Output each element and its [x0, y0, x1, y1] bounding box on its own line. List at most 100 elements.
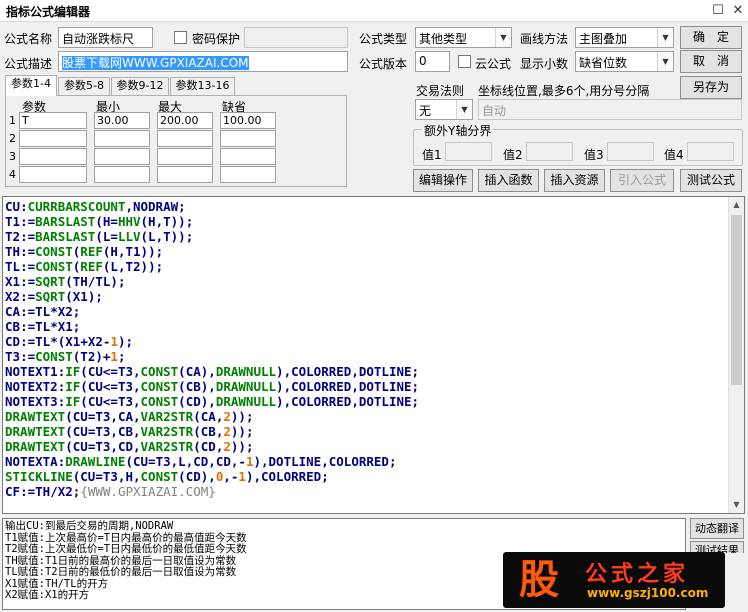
scroll-up-icon[interactable]: ▲ [729, 197, 744, 213]
code-line[interactable]: DRAWTEXT(CU=T3,CD,VAR2STR(CD,2)); [5, 439, 419, 454]
param-default-cell[interactable]: 100.00 [220, 112, 276, 129]
code-line[interactable]: TH:=CONST(REF(H,T1)); [5, 244, 419, 259]
tab-params-5-8[interactable]: 参数5-8 [58, 77, 110, 95]
param-min-cell[interactable] [94, 166, 150, 183]
param-default-cell[interactable] [220, 130, 276, 147]
code-line[interactable]: NOTEXTA:DRAWLINE(CU=T3,L,CD,CD,-1),DOTLI… [5, 454, 419, 469]
code-line[interactable]: STICKLINE(CU=T3,H,CONST(CD),0,-1),COLORR… [5, 469, 419, 484]
test-formula-button[interactable]: 测试公式 [680, 169, 742, 192]
axis-value-4-label: 值4 [664, 148, 684, 162]
draw-select-value: 主图叠加 [579, 32, 628, 46]
axis-value-1-label: 值1 [422, 148, 442, 162]
version-input[interactable]: 0 [415, 51, 450, 72]
axis-value-3-input[interactable] [607, 142, 654, 161]
code-line[interactable]: T2:=BARSLAST(L=LLV(L,T)); [5, 229, 419, 244]
param-name-cell[interactable]: T [19, 112, 87, 129]
cloud-label: 云公式 [475, 57, 512, 71]
extra-axis-label: 额外Y轴分界 [422, 122, 494, 139]
desc-value: 股票下载网WWW.GPXIAZAI.COM [62, 56, 249, 70]
insert-func-button[interactable]: 插入函数 [478, 169, 539, 192]
code-line[interactable]: DRAWTEXT(CU=T3,CA,VAR2STR(CA,2)); [5, 409, 419, 424]
editor-scrollbar[interactable]: ▲ ▼ [728, 197, 744, 513]
version-label: 公式版本 [359, 57, 408, 71]
type-select-value: 其他类型 [419, 32, 468, 46]
save-as-button[interactable]: 另存为 [680, 76, 742, 99]
param-row-num: 4 [9, 168, 16, 181]
cancel-button[interactable]: 取 消 [680, 50, 742, 73]
param-name-cell[interactable] [19, 166, 87, 183]
code-line[interactable]: TL:=CONST(REF(L,T2)); [5, 259, 419, 274]
code-line[interactable]: T3:=CONST(T2)+1; [5, 349, 419, 364]
code-line[interactable]: DRAWTEXT(CU=T3,CB,VAR2STR(CB,2)); [5, 424, 419, 439]
axis-value-1-input[interactable] [445, 142, 492, 161]
code-line[interactable]: X2:=SQRT(X1); [5, 289, 419, 304]
chevron-down-icon: ▼ [657, 52, 673, 71]
trade-rule-select[interactable]: 无 ▼ [415, 99, 473, 120]
code-content[interactable]: CU:CURRBARSCOUNT,NODRAW; T1:=BARSLAST(H=H… [5, 199, 419, 499]
edit-ops-button[interactable]: 编辑操作 [413, 169, 473, 192]
axis-value-2-input[interactable] [526, 142, 573, 161]
draw-select[interactable]: 主图叠加 ▼ [575, 27, 674, 48]
desc-label: 公式描述 [4, 57, 53, 71]
password-checkbox[interactable] [174, 31, 187, 44]
param-name-cell[interactable] [19, 130, 87, 147]
import-formula-button[interactable]: 引入公式 [610, 169, 674, 192]
scroll-thumb[interactable] [731, 215, 742, 385]
param-row-num: 2 [9, 132, 16, 145]
code-editor[interactable]: CU:CURRBARSCOUNT,NODRAW; T1:=BARSLAST(H=H… [2, 196, 745, 514]
code-line[interactable]: X1:=SQRT(TH/TL); [5, 274, 419, 289]
code-line[interactable]: CA:=TL*X2; [5, 304, 419, 319]
name-input[interactable]: 自动涨跌标尺 [58, 27, 153, 48]
param-max-cell[interactable] [157, 130, 213, 147]
axis-value-3-label: 值3 [584, 148, 604, 162]
code-line[interactable]: CU:CURRBARSCOUNT,NODRAW; [5, 199, 419, 214]
decimal-select-value: 缺省位数 [579, 56, 628, 70]
help-line: X2赋值:X1的开方 [5, 589, 90, 601]
tab-params-9-12[interactable]: 参数9-12 [111, 77, 169, 95]
close-icon[interactable]: ✕ [730, 3, 746, 19]
dynamic-translate-button[interactable]: 动态翻译 [690, 518, 744, 539]
title-bar[interactable]: 指标公式编辑器 ☐ ✕ [0, 0, 748, 22]
restore-icon[interactable]: ☐ [710, 3, 726, 19]
help-line: T2赋值:上次最低价=T日内最低价的最低值距今天数 [5, 543, 247, 555]
logo-char: 股 [519, 556, 559, 603]
ok-button[interactable]: 确 定 [680, 26, 742, 49]
param-min-cell[interactable] [94, 148, 150, 165]
chevron-down-icon: ▼ [495, 28, 511, 47]
type-select[interactable]: 其他类型 ▼ [415, 27, 512, 48]
type-label: 公式类型 [359, 32, 408, 46]
param-min-cell[interactable]: 30.00 [94, 112, 150, 129]
window-title: 指标公式编辑器 [6, 5, 91, 19]
code-line[interactable]: CD:=TL*(X1+X2-1); [5, 334, 419, 349]
axis-value-4-input[interactable] [687, 142, 734, 161]
param-name-cell[interactable] [19, 148, 87, 165]
insert-res-button[interactable]: 插入资源 [544, 169, 605, 192]
code-line[interactable]: T1:=BARSLAST(H=HHV(H,T)); [5, 214, 419, 229]
param-max-cell[interactable] [157, 166, 213, 183]
param-max-cell[interactable]: 200.00 [157, 112, 213, 129]
scroll-down-icon[interactable]: ▼ [729, 497, 744, 513]
logo-name: 公式之家 [585, 562, 690, 587]
axis-value-2-label: 值2 [503, 148, 523, 162]
param-max-cell[interactable] [157, 148, 213, 165]
logo-url: www.gszj100.com [587, 586, 709, 600]
help-line: 输出CU:到最后交易的周期,NODRAW [5, 520, 174, 532]
code-line[interactable]: CF:=TH/X2;{WWW.GPXIAZAI.COM} [5, 484, 419, 499]
code-line[interactable]: NOTEXT1:IF(CU<=T3,CONST(CA),DRAWNULL),CO… [5, 364, 419, 379]
param-row-num: 1 [9, 114, 16, 127]
password-label: 密码保护 [192, 32, 241, 46]
coord-input[interactable]: 自动 [478, 99, 742, 120]
password-input[interactable] [244, 27, 348, 48]
trade-rule-label: 交易法则 [416, 84, 465, 98]
cloud-checkbox[interactable] [458, 55, 471, 68]
param-default-cell[interactable] [220, 148, 276, 165]
desc-input[interactable]: 股票下载网WWW.GPXIAZAI.COM [58, 51, 348, 72]
tab-params-13-16[interactable]: 参数13-16 [170, 77, 235, 95]
code-line[interactable]: NOTEXT2:IF(CU<=T3,CONST(CB),DRAWNULL),CO… [5, 379, 419, 394]
param-min-cell[interactable] [94, 130, 150, 147]
decimal-select[interactable]: 缺省位数 ▼ [575, 51, 674, 72]
code-line[interactable]: CB:=TL*X1; [5, 319, 419, 334]
param-default-cell[interactable] [220, 166, 276, 183]
code-line[interactable]: NOTEXT3:IF(CU<=T3,CONST(CD),DRAWNULL),CO… [5, 394, 419, 409]
tab-params-1-4[interactable]: 参数1-4 [5, 75, 57, 96]
